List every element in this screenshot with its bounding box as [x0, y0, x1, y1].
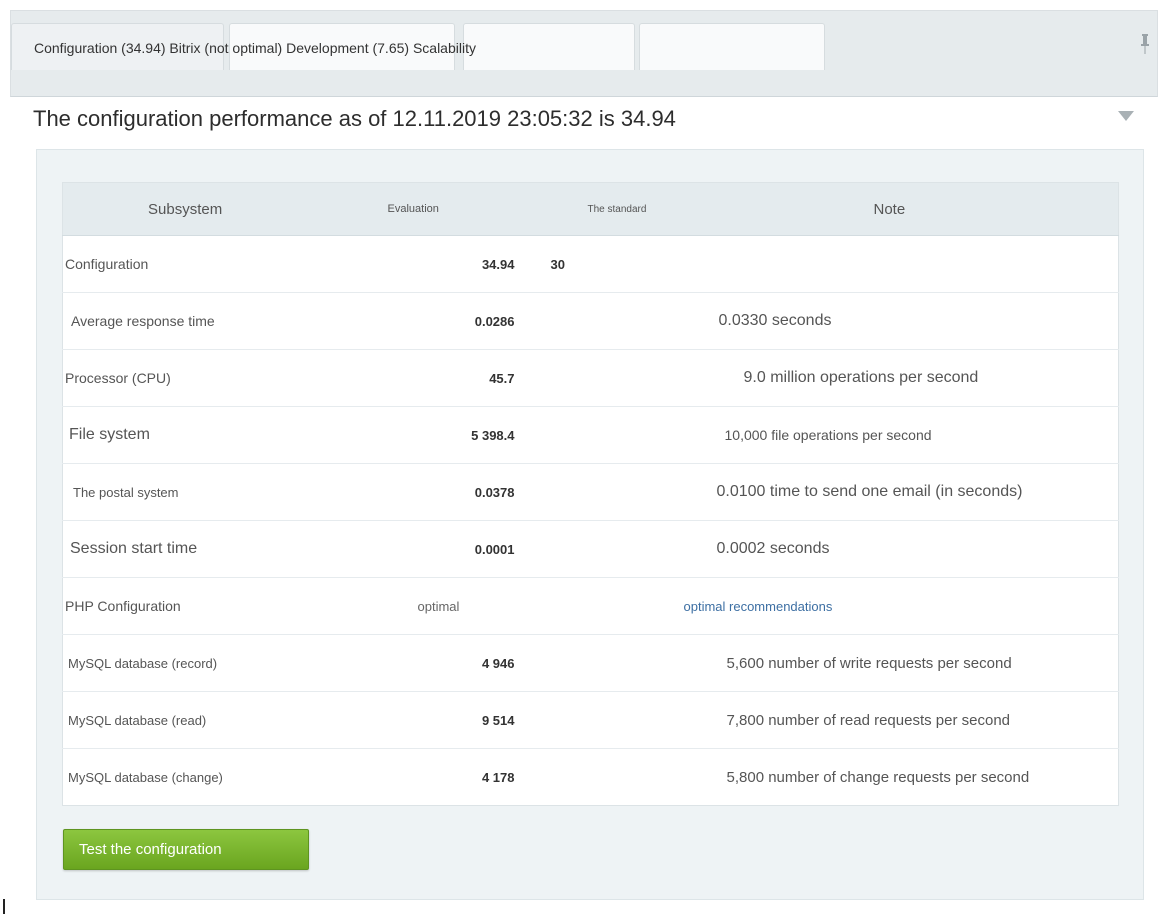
table-row: Configuration 34.94 30 — [62, 235, 1119, 293]
page-title: The configuration performance as of 12.1… — [33, 106, 676, 131]
tab-scalability[interactable] — [639, 23, 825, 70]
row-note: 10,000 file operations per second — [648, 406, 1119, 464]
table-row: MySQL database (change) 4 178 5,800 numb… — [63, 749, 1119, 806]
performance-table: Subsystem Evaluation The standard Note C… — [62, 182, 1119, 806]
row-note: 5,800 number of change requests per seco… — [726, 768, 1030, 786]
row-evaluation: 0.0286 — [474, 314, 515, 329]
row-subsystem: Average response time — [62, 292, 363, 350]
row-subsystem: MySQL database (read) — [62, 691, 363, 749]
row-subsystem: Session start time — [62, 520, 363, 578]
row-evaluation: 34.94 — [481, 257, 515, 272]
row-note — [648, 235, 1119, 293]
row-subsystem: MySQL database (change) — [68, 769, 223, 785]
table-row: File system 5 398.4 10,000 file operatio… — [62, 406, 1119, 464]
table-row: Processor (CPU) 45.7 9.0 million operati… — [62, 349, 1119, 407]
header-evaluation: Evaluation — [362, 182, 515, 236]
table-header-row: Subsystem Evaluation The standard Note — [62, 182, 1119, 236]
table-row: MySQL database (read) 9 514 7,800 number… — [62, 691, 1119, 749]
tab-labels: Configuration (34.94) Bitrix (not optima… — [34, 40, 476, 56]
table-row: PHP Configuration optimal optimal recomm… — [62, 577, 1119, 635]
row-evaluation: 0.0001 — [474, 542, 515, 557]
optimal-recommendations-link[interactable]: optimal recommendations — [648, 577, 1119, 635]
row-evaluation: 4 178 — [481, 770, 515, 785]
row-note: 5,600 number of write requests per secon… — [648, 634, 1119, 692]
table-row: Session start time 0.0001 0.0002 seconds — [62, 520, 1119, 578]
row-subsystem: The postal system — [62, 463, 363, 521]
row-standard: 30 — [550, 257, 565, 272]
row-note: 0.0100 time to send one email (in second… — [648, 463, 1119, 521]
row-evaluation: 45.7 — [489, 371, 515, 386]
row-evaluation: 4 946 — [481, 656, 515, 671]
table-row: The postal system 0.0378 0.0100 time to … — [62, 463, 1119, 521]
tab-development[interactable] — [463, 23, 635, 70]
row-note: 7,800 number of read requests per second — [648, 691, 1119, 749]
row-subsystem: Configuration — [62, 235, 363, 293]
row-note: 0.0330 seconds — [648, 292, 1119, 350]
header-note: Note — [648, 182, 1119, 236]
row-subsystem: PHP Configuration — [62, 577, 363, 635]
header-standard: The standard — [514, 182, 649, 236]
header-subsystem: Subsystem — [62, 182, 363, 236]
row-evaluation: optimal — [417, 599, 460, 614]
tab-bar: Configuration (34.94) Bitrix (not optima… — [10, 10, 1158, 97]
row-note: 9.0 million operations per second — [648, 349, 1119, 407]
test-configuration-button[interactable]: Test the configuration — [63, 829, 309, 870]
row-subsystem: MySQL database (record) — [62, 634, 363, 692]
row-note: 0.0002 seconds — [648, 520, 1119, 578]
table-row: Average response time 0.0286 0.0330 seco… — [62, 292, 1119, 350]
row-evaluation: 5 398.4 — [471, 428, 515, 443]
row-evaluation: 0.0378 — [474, 485, 515, 500]
triangle-down-icon[interactable] — [1118, 111, 1134, 121]
row-subsystem: Processor (CPU) — [62, 349, 363, 407]
row-evaluation: 9 514 — [481, 713, 515, 728]
text-cursor — [3, 899, 5, 914]
row-subsystem: File system — [62, 406, 363, 464]
table-row: MySQL database (record) 4 946 5,600 numb… — [62, 634, 1119, 692]
pin-icon[interactable] — [1139, 33, 1151, 55]
